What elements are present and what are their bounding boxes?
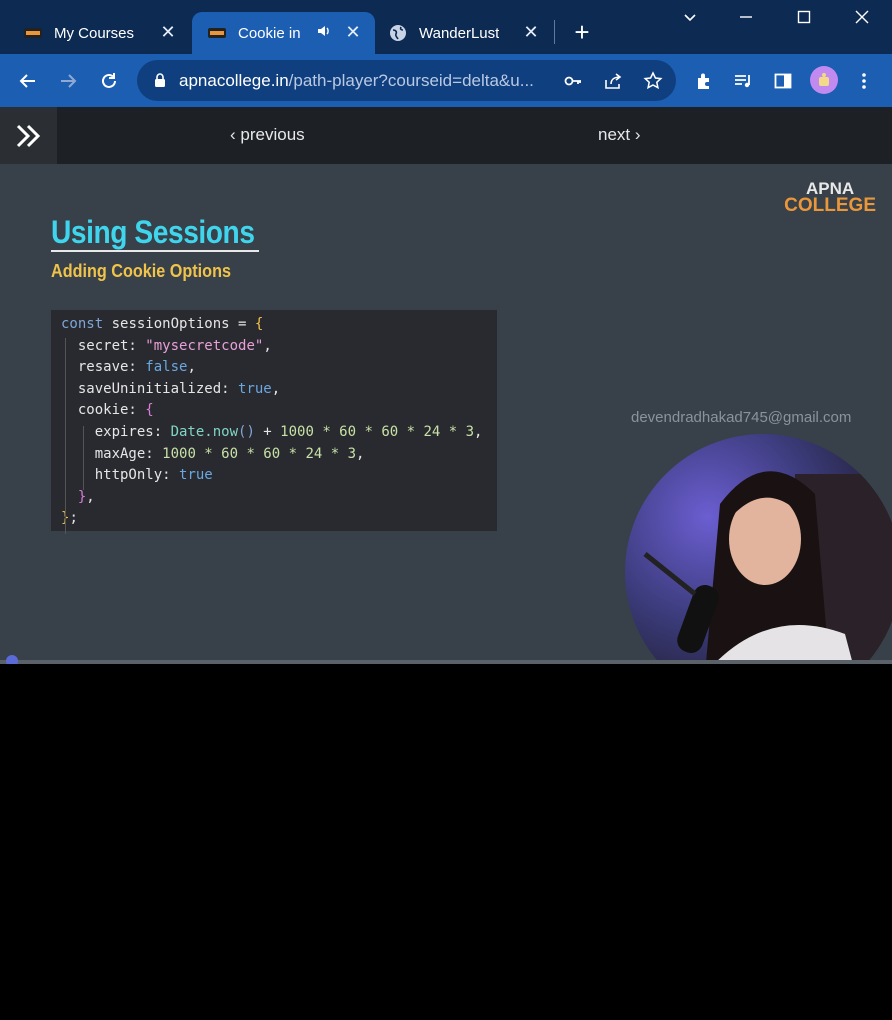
apna-college-icon: [208, 24, 226, 42]
close-icon[interactable]: ✕: [521, 22, 541, 42]
address-bar[interactable]: apnacollege.in/path-player?courseid=delt…: [137, 60, 676, 101]
code-line: expires: Date.now() + 1000 * 60 * 60 * 2…: [61, 423, 483, 440]
slide-title: Using Sessions: [51, 214, 255, 250]
maximize-button[interactable]: [789, 8, 819, 32]
video-slide[interactable]: APNA COLLEGE Using Sessions Adding Cooki…: [0, 164, 892, 664]
reload-button[interactable]: [95, 67, 123, 95]
bookmark-star-icon[interactable]: [641, 69, 665, 93]
next-button[interactable]: next ›: [598, 125, 641, 145]
media-control-icon[interactable]: [729, 67, 757, 95]
chevron-right-icon: ›: [634, 125, 641, 144]
next-label: next: [598, 125, 631, 144]
url-path: /path-player?courseid=delta&u...: [288, 71, 534, 90]
player-nav: ‹ previous next ›: [0, 107, 892, 164]
instructor-webcam: [625, 434, 892, 664]
instructor-figure: [643, 471, 892, 664]
code-line: maxAge: 1000 * 60 * 60 * 24 * 3,: [61, 445, 365, 462]
tab-search-icon[interactable]: [675, 8, 705, 32]
extensions-icon[interactable]: [690, 67, 718, 95]
code-line: saveUninitialized: true,: [61, 380, 281, 397]
tab-my-courses[interactable]: My Courses ✕: [0, 12, 190, 54]
double-chevron-right-icon: [16, 124, 40, 147]
tab-label: WanderLust: [419, 24, 500, 42]
code-line: },: [61, 488, 95, 505]
tab-label: Cookie in S: [238, 24, 302, 42]
title-underline: [51, 250, 259, 252]
code-line: const sessionOptions = {: [61, 316, 264, 332]
video-black-area: [0, 664, 892, 1020]
close-icon[interactable]: ✕: [343, 22, 363, 42]
chevron-left-icon: ‹: [230, 125, 236, 144]
tab-wanderlust[interactable]: WanderLust ✕: [375, 12, 553, 54]
tab-strip: My Courses ✕ Cookie in S ✕ WanderLust ✕ …: [0, 0, 892, 54]
code-line: httpOnly: true: [61, 467, 213, 484]
forward-button[interactable]: [54, 67, 82, 95]
key-icon[interactable]: [561, 69, 585, 93]
share-icon[interactable]: [601, 69, 625, 93]
tab-cookie[interactable]: Cookie in S ✕: [192, 12, 375, 54]
new-tab-button[interactable]: +: [569, 19, 595, 46]
side-panel-icon[interactable]: [769, 67, 797, 95]
globe-icon: [389, 24, 407, 42]
previous-button[interactable]: ‹ previous: [230, 125, 305, 145]
close-window-button[interactable]: [847, 8, 877, 32]
slide-subtitle: Adding Cookie Options: [51, 261, 231, 281]
tab-separator: [554, 20, 555, 44]
code-block: const sessionOptions = { secret: "mysecr…: [51, 310, 497, 534]
code-line: secret: "mysecretcode",: [61, 337, 272, 354]
menu-icon[interactable]: [850, 67, 878, 95]
url-domain: apnacollege.in: [179, 71, 289, 90]
indent-guide: [65, 338, 66, 534]
email-watermark: devendradhakad745@gmail.com: [631, 409, 852, 426]
back-button[interactable]: [14, 67, 42, 95]
code-line: };: [61, 510, 78, 527]
close-icon[interactable]: ✕: [158, 22, 178, 42]
apna-college-icon: [24, 24, 42, 42]
tab-label: My Courses: [54, 24, 135, 42]
indent-guide: [83, 426, 84, 490]
code-line: resave: false,: [61, 359, 196, 376]
browser-toolbar: apnacollege.in/path-player?courseid=delt…: [0, 54, 892, 107]
apna-college-logo: APNA COLLEGE: [784, 179, 876, 216]
speaker-icon[interactable]: [316, 23, 332, 43]
url-text[interactable]: apnacollege.in/path-player?courseid=delt…: [179, 71, 559, 91]
previous-label: previous: [240, 125, 305, 144]
profile-avatar[interactable]: [810, 66, 838, 94]
code-line: cookie: {: [61, 402, 154, 419]
lock-icon[interactable]: [151, 71, 169, 89]
sidebar-toggle-button[interactable]: [0, 107, 57, 164]
minimize-button[interactable]: [731, 8, 761, 32]
